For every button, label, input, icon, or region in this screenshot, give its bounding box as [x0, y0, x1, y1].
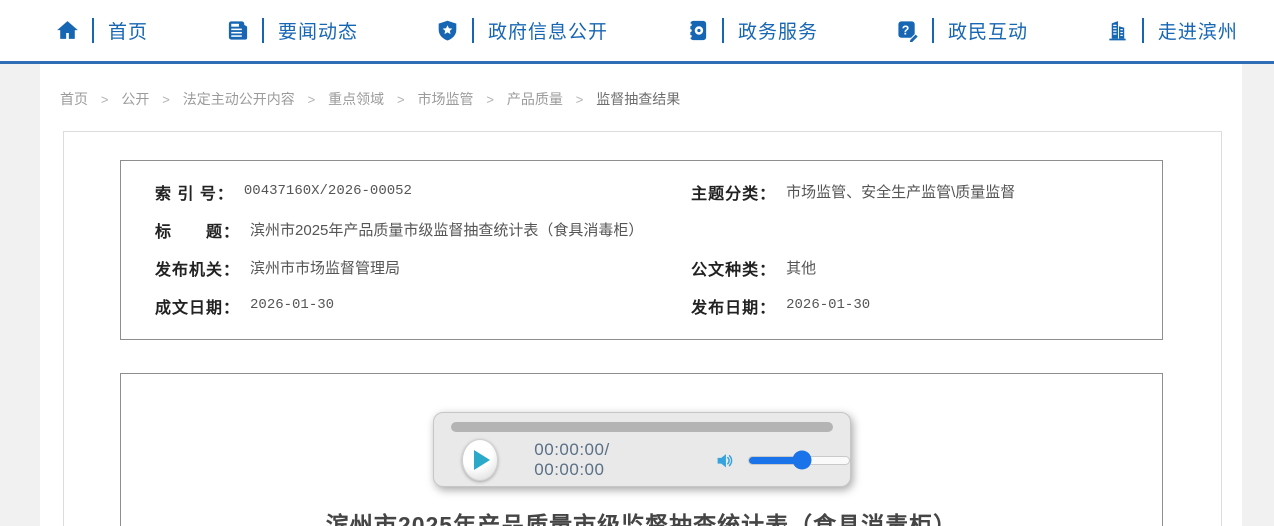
- nav-item-news[interactable]: 要闻动态: [225, 17, 358, 44]
- breadcrumb-separator: >: [307, 92, 316, 107]
- building-icon: [1105, 19, 1130, 42]
- meta-row-index-number: 索 引 号： 00437160X/2026-00052: [121, 173, 657, 211]
- meta-label: 标 题：: [155, 224, 241, 241]
- play-button[interactable]: [461, 439, 499, 481]
- breadcrumb-separator: >: [575, 92, 584, 107]
- nav-item-label: 政府信息公开: [487, 22, 608, 43]
- meta-row-topic-category: 主题分类： 市场监管、安全生产监管\质量监督: [657, 173, 1162, 211]
- breadcrumb-item[interactable]: 市场监管: [418, 91, 474, 107]
- nav-item-home[interactable]: 首页: [55, 17, 148, 44]
- nav-item-info-disclosure[interactable]: 政府信息公开: [435, 17, 608, 44]
- audio-progress-bar[interactable]: [450, 422, 833, 432]
- breadcrumb-item[interactable]: 首页: [60, 91, 88, 107]
- meta-label: 成文日期：: [155, 300, 241, 317]
- meta-label: 索 引 号：: [155, 186, 234, 203]
- meta-value-topic-category: 市场监管、安全生产监管\质量监督: [786, 184, 1016, 201]
- meta-row-written-date: 成文日期： 2026-01-30: [121, 287, 657, 325]
- document-container: 索 引 号： 00437160X/2026-00052 主题分类： 市场监管、安…: [63, 131, 1222, 526]
- nav-item-about-binzhou[interactable]: 走进滨州: [1105, 17, 1238, 44]
- breadcrumb-separator: >: [486, 92, 494, 107]
- nav-divider: [721, 18, 724, 43]
- article-title: 滨州市2025年产品质量市级监督抽查统计表（食具消毒柜）: [325, 512, 958, 526]
- meta-row-title: 标 题： 滨州市2025年产品质量市级监督抽查统计表（食具消毒柜）: [121, 211, 1162, 249]
- volume-icon[interactable]: [715, 450, 736, 471]
- nav-divider: [931, 18, 934, 43]
- news-icon: [225, 19, 250, 42]
- nav-item-services[interactable]: 政务服务: [685, 17, 818, 44]
- breadcrumb-item[interactable]: 法定主动公开内容: [183, 91, 295, 107]
- meta-label: 公文种类：: [691, 262, 777, 279]
- audio-controls-row: 00:00:00/ 00:00:00: [434, 439, 850, 481]
- breadcrumb-item[interactable]: 产品质量: [507, 91, 563, 107]
- meta-value-written-date: 2026-01-30: [250, 297, 335, 313]
- nav-divider: [261, 18, 264, 43]
- meta-value-title: 滨州市2025年产品质量市级监督抽查统计表（食具消毒柜）: [250, 222, 644, 239]
- nav-item-interaction[interactable]: ? 政民互动: [895, 17, 1028, 44]
- service-book-icon: [685, 19, 710, 42]
- document-meta-box: 索 引 号： 00437160X/2026-00052 主题分类： 市场监管、安…: [120, 160, 1163, 340]
- breadcrumb-item-current: 监督抽查结果: [596, 91, 681, 107]
- question-pencil-icon: ?: [895, 19, 920, 42]
- meta-label: 主题分类：: [691, 186, 777, 203]
- meta-value-issuing-agency: 滨州市市场监督管理局: [250, 260, 401, 277]
- breadcrumb-item[interactable]: 公开: [121, 91, 149, 107]
- nav-item-label: 首页: [108, 22, 149, 43]
- breadcrumb-separator: >: [397, 92, 405, 107]
- meta-value-publish-date: 2026-01-30: [786, 297, 871, 313]
- audio-player: 00:00:00/ 00:00:00: [432, 412, 851, 487]
- meta-label: 发布日期：: [691, 300, 777, 317]
- breadcrumb-separator: >: [100, 92, 109, 107]
- nav-divider: [92, 18, 94, 43]
- meta-row-document-type: 公文种类： 其他: [657, 249, 1162, 287]
- volume-slider[interactable]: [748, 450, 850, 470]
- content-column: 首页 > 公开 > 法定主动公开内容 > 重点领域 > 市场监管 > 产品质量 …: [40, 64, 1242, 526]
- home-icon: [55, 19, 80, 42]
- breadcrumb-separator: >: [162, 92, 170, 107]
- volume-thumb[interactable]: [792, 450, 812, 470]
- meta-row-publish-date: 发布日期： 2026-01-30: [657, 287, 1162, 325]
- svg-text:?: ?: [902, 23, 910, 37]
- nav-item-label: 要闻动态: [277, 22, 358, 43]
- breadcrumb: 首页 > 公开 > 法定主动公开内容 > 重点领域 > 市场监管 > 产品质量 …: [40, 64, 1242, 124]
- shield-star-icon: [435, 19, 460, 42]
- meta-label: 发布机关：: [155, 262, 241, 279]
- play-icon: [474, 450, 491, 470]
- meta-row-issuing-agency: 发布机关： 滨州市市场监督管理局: [121, 249, 657, 287]
- breadcrumb-item[interactable]: 重点领域: [328, 91, 384, 107]
- page: 首页 要闻动态 政府信息公开 政务服务 ? 政民互动 走进滨州 首页 > 公开 …: [0, 0, 1274, 526]
- article-body-box: 00:00:00/ 00:00:00 滨州市2025年产品质量市级监督抽查统计表…: [120, 373, 1163, 526]
- nav-divider: [1141, 18, 1144, 43]
- nav-divider: [471, 18, 474, 43]
- top-navigation: 首页 要闻动态 政府信息公开 政务服务 ? 政民互动 走进滨州: [0, 0, 1274, 64]
- audio-time-display: 00:00:00/ 00:00:00: [534, 440, 610, 479]
- document-meta-grid: 索 引 号： 00437160X/2026-00052 主题分类： 市场监管、安…: [121, 173, 1162, 325]
- meta-value-index-number: 00437160X/2026-00052: [243, 183, 412, 199]
- meta-value-document-type: 其他: [786, 260, 817, 277]
- nav-item-label: 走进滨州: [1157, 22, 1238, 43]
- nav-item-label: 政务服务: [737, 22, 818, 43]
- nav-item-label: 政民互动: [947, 22, 1028, 43]
